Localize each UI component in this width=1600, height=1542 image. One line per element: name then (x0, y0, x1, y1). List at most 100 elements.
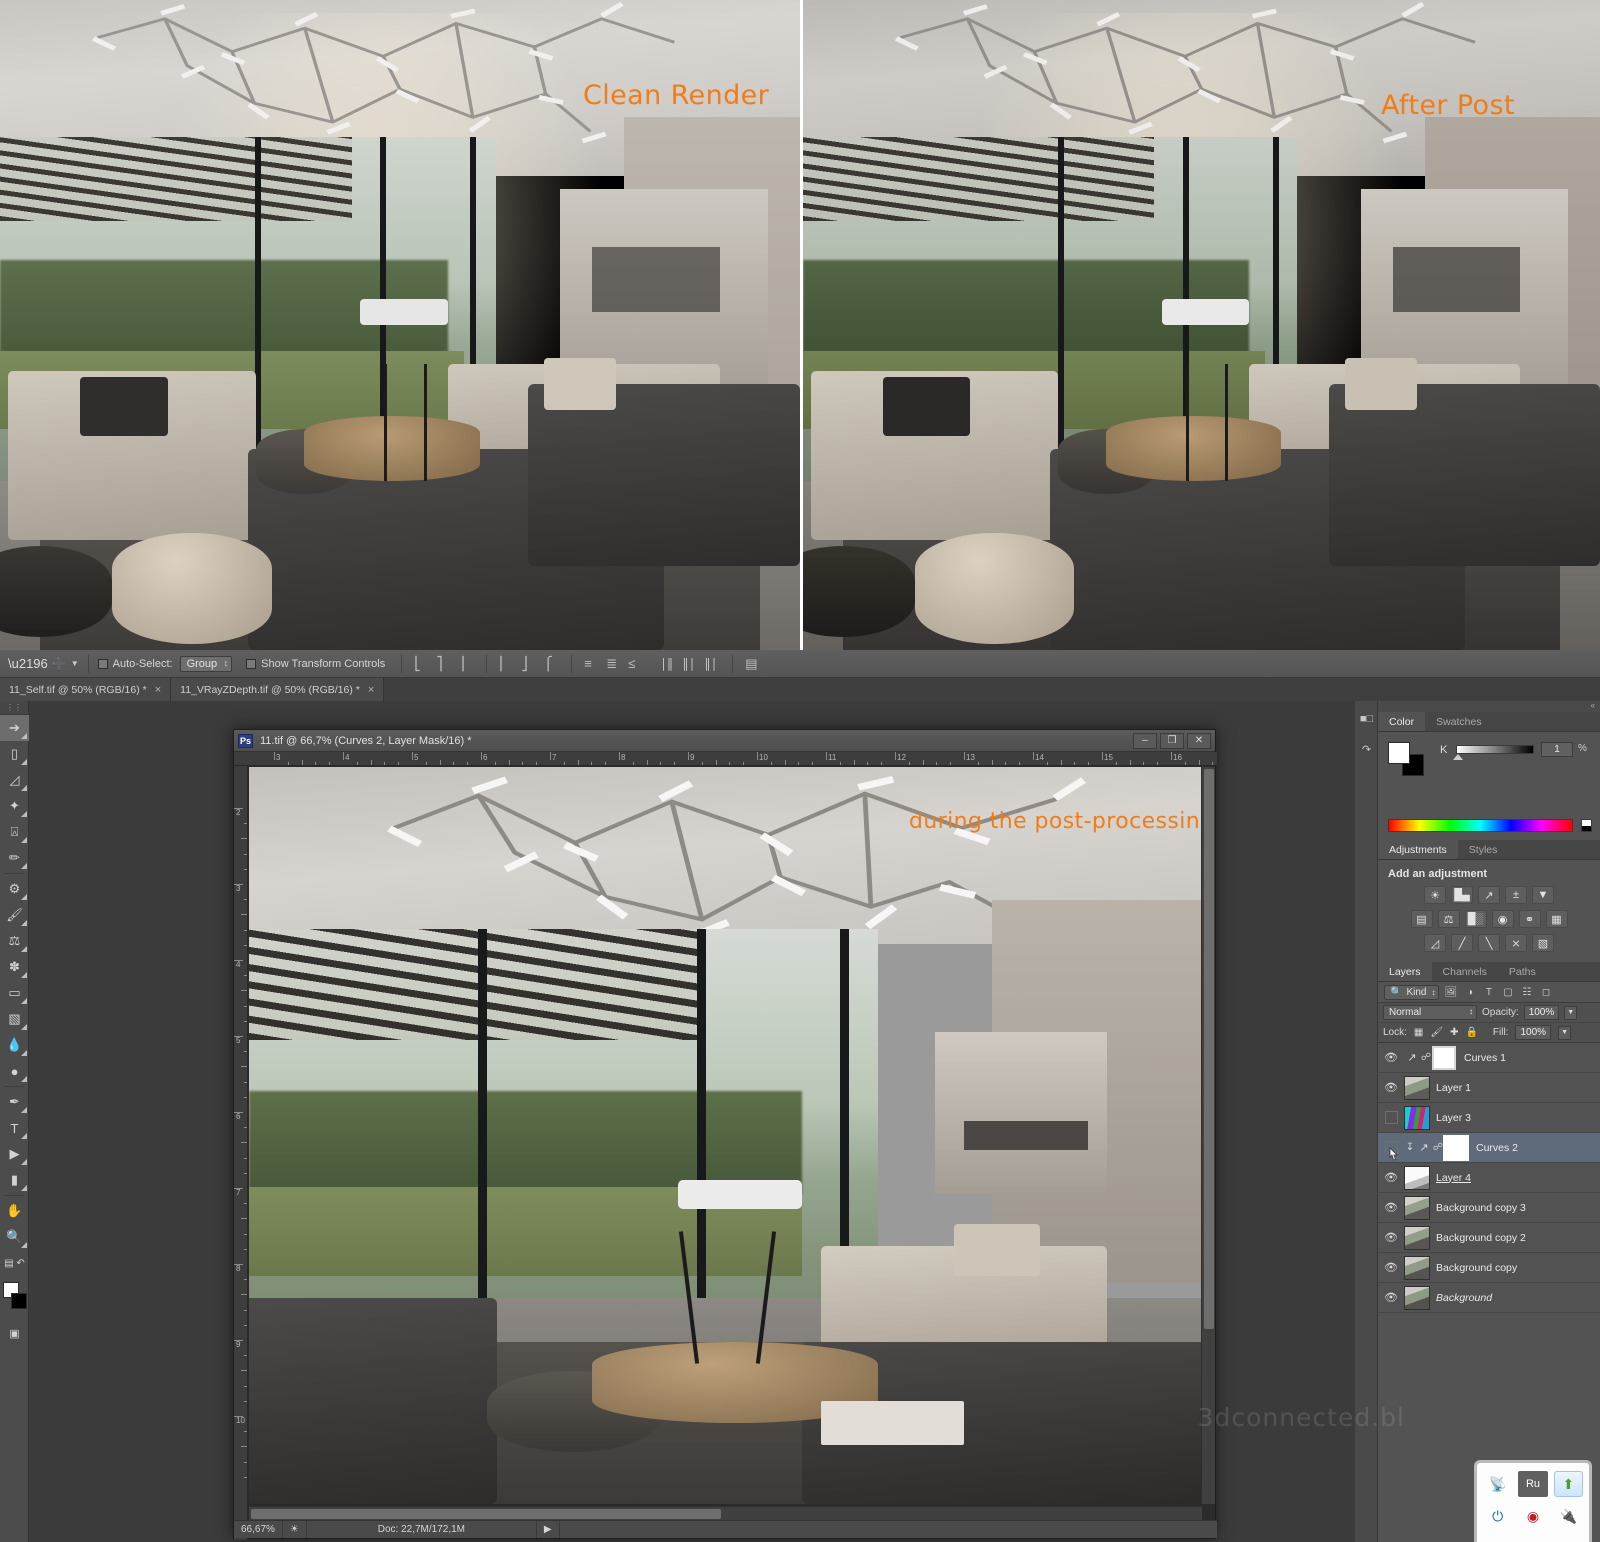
layer-name[interactable]: Background copy 3 (1436, 1202, 1526, 1214)
distribute-right-edges-icon[interactable]: ∥∣ (704, 656, 720, 672)
align-right-edges-icon[interactable]: ⎧ (543, 656, 559, 672)
curves-icon[interactable]: ↗ (1478, 886, 1500, 904)
tool-brush-tool[interactable]: 🖌 (0, 902, 29, 928)
auto-align-layers-icon[interactable]: ▤ (745, 656, 761, 672)
vertical-ruler[interactable]: 2 3 4 5 6 7 8 9 10 (234, 766, 248, 1540)
layer-name[interactable]: Curves 2 (1476, 1142, 1518, 1154)
maximize-button[interactable]: ❐ (1160, 732, 1184, 749)
layer-thumbnail[interactable] (1404, 1285, 1430, 1310)
threshold-icon[interactable]: ╲ (1478, 934, 1500, 952)
tool-pen-tool[interactable]: ✒ (0, 1089, 29, 1115)
default-colors-icon[interactable]: ▤ ↶ (0, 1250, 29, 1276)
ru-language-icon[interactable]: Ru (1518, 1471, 1548, 1497)
layer-name[interactable]: Layer 4 (1436, 1172, 1471, 1184)
color-balance-icon[interactable]: ⚖ (1437, 910, 1460, 928)
layer-name[interactable]: Layer 1 (1436, 1082, 1471, 1094)
fill-slider-toggle-icon[interactable]: ▼ (1558, 1025, 1572, 1040)
bluetooth-device-icon[interactable]: 📡 (1483, 1471, 1512, 1497)
layer-visibility-icon[interactable]: 👁 (1378, 1223, 1404, 1253)
exposure-icon[interactable]: ± (1505, 886, 1527, 904)
tab-paths[interactable]: Paths (1498, 962, 1547, 981)
close-button[interactable]: ✕ (1187, 732, 1211, 749)
k-channel-slider[interactable] (1456, 745, 1534, 754)
tab-styles[interactable]: Styles (1458, 840, 1509, 859)
auto-select-checkbox[interactable] (97, 658, 108, 669)
layer-name[interactable]: Background copy 2 (1436, 1232, 1526, 1244)
layer-row[interactable]: Layer 3 (1378, 1103, 1600, 1133)
align-vertical-centers-icon[interactable]: ⎤ (436, 656, 452, 672)
align-top-edges-icon[interactable]: ⎣ (414, 656, 430, 672)
levels-icon[interactable]: █▄ (1451, 886, 1473, 904)
layer-visibility-icon[interactable]: 👁 (1378, 1043, 1404, 1073)
lock-image-icon[interactable]: 🖌 (1430, 1027, 1443, 1038)
document-tab-0[interactable]: 11_Self.tif @ 50% (RGB/16) * × (0, 678, 172, 701)
opacity-field[interactable]: 100% (1523, 1005, 1560, 1020)
photo-filter-icon[interactable]: ◉ (1491, 910, 1514, 928)
layer-thumbnail[interactable] (1404, 1075, 1430, 1100)
layer-visibility-icon[interactable]: 👁 (1378, 1283, 1404, 1313)
tool-path-selection-tool[interactable]: ▶ (0, 1141, 29, 1167)
quick-mask-icon[interactable]: ▣ (0, 1320, 29, 1346)
adjustment-filter-icon[interactable]: ◑ (1462, 985, 1477, 1000)
tool-history-brush-tool[interactable]: ✽ (0, 954, 29, 980)
black-white-picker[interactable] (1581, 819, 1592, 832)
pixel-filter-icon[interactable]: 🖼 (1443, 985, 1458, 1000)
tool-spot-healing-brush-tool[interactable]: ⚙ (0, 876, 29, 902)
image-canvas[interactable]: during the post-processing (249, 767, 1202, 1504)
slider-knob[interactable] (1453, 754, 1463, 760)
tab-swatches[interactable]: Swatches (1425, 712, 1493, 731)
tool-rectangle-tool[interactable]: ▮ (0, 1167, 29, 1193)
layer-row[interactable]: ↧ ↗ ☍ Curves 2 (1378, 1133, 1600, 1163)
hue-saturation-icon[interactable]: ▤ (1410, 910, 1433, 928)
tool-eyedropper-tool[interactable]: ✏ (0, 845, 29, 871)
layer-visibility-icon[interactable]: 👁 (1378, 1163, 1404, 1193)
layer-row[interactable]: 👁 Background copy (1378, 1253, 1600, 1283)
layer-name[interactable]: Layer 3 (1436, 1112, 1471, 1124)
layer-row[interactable]: 👁 Background (1378, 1283, 1600, 1313)
link-mask-icon[interactable]: ☍ (1420, 1052, 1432, 1063)
layer-row[interactable]: 👁 Layer 4 (1378, 1163, 1600, 1193)
layer-visibility-icon[interactable]: 👁 (1378, 1193, 1404, 1223)
color-spectrum-ramp[interactable] (1388, 819, 1573, 832)
channel-mixer-icon[interactable]: ⚭ (1518, 910, 1541, 928)
tab-adjustments[interactable]: Adjustments (1378, 840, 1458, 859)
layer-name[interactable]: Curves 1 (1464, 1052, 1506, 1064)
layer-mask-thumbnail[interactable] (1443, 1134, 1469, 1161)
layer-filter-kind-dropdown[interactable]: 🔍 Kind (1384, 984, 1440, 1000)
antivirus-icon[interactable]: ◉ (1518, 1503, 1547, 1529)
document-tab-1[interactable]: 11_VRayZDepth.tif @ 50% (RGB/16) * × (171, 678, 385, 701)
move-tool-icon[interactable]: \u2196 ➕ ▼ (8, 656, 79, 671)
opacity-slider-toggle-icon[interactable]: ▼ (1564, 1005, 1578, 1020)
distribute-vertical-centers-icon[interactable]: ≣ (606, 656, 622, 672)
scrollbar-thumb[interactable] (1204, 769, 1214, 1329)
layer-visibility-icon[interactable]: 👁 (1378, 1073, 1404, 1103)
layer-row[interactable]: 👁 Background copy 2 (1378, 1223, 1600, 1253)
brightness-contrast-icon[interactable]: ☀ (1424, 886, 1446, 904)
lock-transparent-icon[interactable]: ▦ (1414, 1027, 1423, 1038)
invert-icon[interactable]: ◿ (1424, 934, 1446, 952)
tool-rectangular-marquee-tool[interactable]: ▯ (0, 741, 29, 767)
color-lookup-icon[interactable]: ▦ (1545, 910, 1568, 928)
layer-thumbnail[interactable] (1404, 1105, 1430, 1130)
status-menu-arrow-icon[interactable]: ▶ (537, 1521, 560, 1538)
gradient-map-icon[interactable]: ▧ (1532, 934, 1554, 952)
blend-mode-dropdown[interactable]: Normal (1383, 1005, 1477, 1020)
layer-mask-thumbnail[interactable] (1432, 1045, 1456, 1070)
distribute-horizontal-centers-icon[interactable]: ∥∣ (682, 656, 698, 672)
color-swatches[interactable] (0, 1280, 28, 1320)
power-icon[interactable]: ⏻ (1483, 1503, 1512, 1529)
tool-hand-tool[interactable]: ✋ (0, 1198, 29, 1224)
history-icon[interactable]: ■□ (1355, 707, 1378, 731)
close-icon[interactable]: × (368, 684, 374, 696)
layer-row[interactable]: 👁 ↗ ☍ Curves 1 (1378, 1043, 1600, 1073)
layer-visibility-icon[interactable]: 👁 (1378, 1253, 1404, 1283)
selective-color-icon[interactable]: ⨯ (1505, 934, 1527, 952)
smart-object-filter-icon[interactable]: ☷ (1519, 985, 1534, 1000)
lock-all-icon[interactable]: 🔒 (1465, 1027, 1477, 1038)
tab-channels[interactable]: Channels (1432, 962, 1498, 981)
tool-type-tool[interactable]: T (0, 1115, 29, 1141)
vibrance-icon[interactable]: ▼ (1532, 886, 1554, 904)
safely-remove-icon[interactable]: ⬆ (1553, 1471, 1583, 1497)
distribute-left-edges-icon[interactable]: ∣∥ (660, 656, 676, 672)
background-color-swatch[interactable] (11, 1293, 27, 1309)
